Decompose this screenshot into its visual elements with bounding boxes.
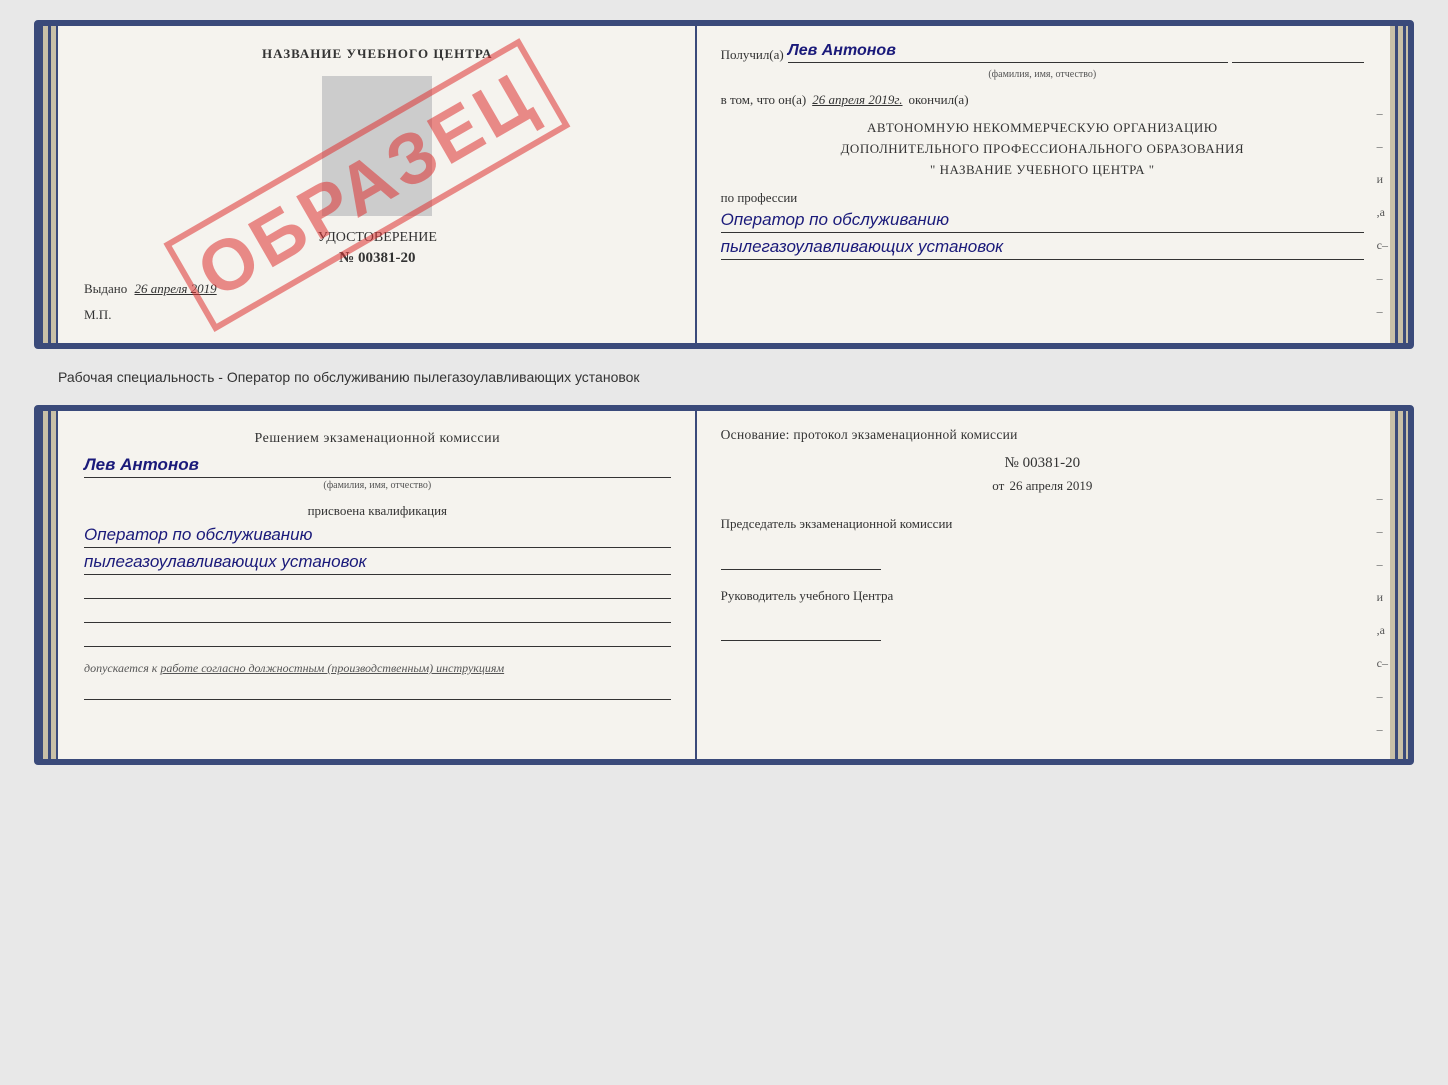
qual-value-2: пылегазоулавливающих установок [84, 552, 671, 575]
blank-line-4 [84, 684, 671, 700]
cert-right-panel: Получил(а) Лев Антонов (фамилия, имя, от… [697, 26, 1408, 343]
training-center-title: НАЗВАНИЕ УЧЕБНОГО ЦЕНТРА [84, 46, 671, 62]
cert-type-label: УДОСТОВЕРЕНИЕ [84, 230, 671, 246]
issued-label: Выдано [84, 281, 127, 296]
chairman-signature-line [721, 542, 881, 570]
org-line2: ДОПОЛНИТЕЛЬНОГО ПРОФЕССИОНАЛЬНОГО ОБРАЗО… [721, 139, 1364, 160]
issued-line: Выдано 26 апреля 2019 [84, 281, 671, 297]
allowed-prefix: допускается к [84, 661, 157, 675]
profession-value-1: Оператор по обслуживанию [721, 210, 1364, 233]
page-wrapper: НАЗВАНИЕ УЧЕБНОГО ЦЕНТРА УДОСТОВЕРЕНИЕ №… [34, 20, 1414, 765]
org-line1: АВТОНОМНУЮ НЕКОММЕРЧЕСКУЮ ОРГАНИЗАЦИЮ [721, 118, 1364, 139]
received-line: Получил(а) Лев Антонов [721, 42, 1364, 63]
finished-label: окончил(а) [909, 92, 969, 108]
blank-line-1 [84, 583, 671, 599]
certificate-card: НАЗВАНИЕ УЧЕБНОГО ЦЕНТРА УДОСТОВЕРЕНИЕ №… [34, 20, 1414, 349]
head-signature-line [721, 613, 881, 641]
commission-left-panel: Решением экзаменационной комиссии Лев Ан… [40, 411, 697, 759]
commission-title: Решением экзаменационной комиссии [84, 431, 671, 447]
head-label: Руководитель учебного Центра [721, 586, 1364, 606]
protocol-number: № 00381-20 [721, 455, 1364, 472]
received-label: Получил(а) [721, 47, 784, 63]
photo-placeholder [322, 76, 432, 216]
protocol-date-prefix: от [992, 478, 1004, 493]
dash-filler [1232, 62, 1364, 63]
protocol-date-value: 26 апреля 2019 [1010, 478, 1093, 493]
commission-person-name: Лев Антонов [84, 455, 671, 478]
assigned-label: присвоена квалификация [84, 503, 671, 519]
allowed-text: работе согласно должностным (производств… [160, 661, 504, 675]
profession-value-2: пылегазоулавливающих установок [721, 237, 1364, 260]
chairman-label: Председатель экзаменационной комиссии [721, 514, 1364, 534]
mp-line: М.П. [84, 307, 671, 323]
side-dashes-2: – – – и ,а с– – – – [1377, 491, 1388, 765]
org-line3: " НАЗВАНИЕ УЧЕБНОГО ЦЕНТРА " [721, 160, 1364, 181]
commission-fio-sub: (фамилия, имя, отчество) [84, 480, 671, 491]
blank-line-2 [84, 607, 671, 623]
fio-sub-label: (фамилия, имя, отчество) [721, 69, 1364, 80]
org-block: АВТОНОМНУЮ НЕКОММЕРЧЕСКУЮ ОРГАНИЗАЦИЮ ДО… [721, 118, 1364, 180]
in-that-line: в том, что он(а) 26 апреля 2019г. окончи… [721, 92, 1364, 108]
in-that-prefix: в том, что он(а) [721, 92, 807, 108]
basis-label: Основание: протокол экзаменационной коми… [721, 427, 1364, 443]
in-that-date: 26 апреля 2019г. [812, 92, 902, 108]
cert-number: № 00381-20 [84, 250, 671, 267]
allowed-line: допускается к работе согласно должностны… [84, 661, 671, 676]
side-dashes: – – и ,а с– – – – [1377, 106, 1388, 349]
cert-left-panel: НАЗВАНИЕ УЧЕБНОГО ЦЕНТРА УДОСТОВЕРЕНИЕ №… [40, 26, 697, 343]
qual-value-1: Оператор по обслуживанию [84, 525, 671, 548]
received-name: Лев Антонов [788, 42, 1228, 63]
profession-label: по профессии [721, 190, 1364, 206]
commission-card: Решением экзаменационной комиссии Лев Ан… [34, 405, 1414, 765]
issued-date: 26 апреля 2019 [135, 281, 217, 296]
blank-line-3 [84, 631, 671, 647]
commission-right-panel: Основание: протокол экзаменационной коми… [697, 411, 1408, 759]
protocol-date: от 26 апреля 2019 [721, 478, 1364, 494]
middle-specialty-label: Рабочая специальность - Оператор по обсл… [34, 361, 1414, 393]
